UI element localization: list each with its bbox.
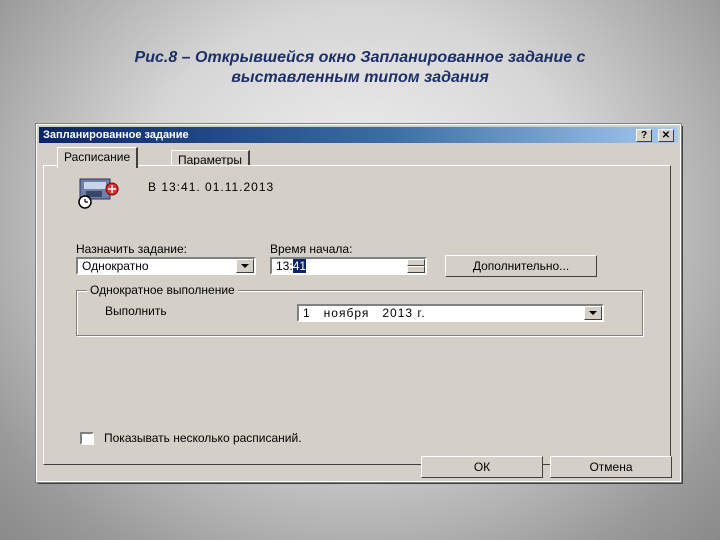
run-label: Выполнить bbox=[105, 304, 167, 318]
tab-schedule[interactable]: Расписание bbox=[57, 147, 139, 168]
scheduled-task-clock-icon bbox=[76, 175, 120, 209]
start-time-hours: 13: bbox=[276, 259, 293, 273]
show-multiple-label: Показывать несколько расписаний. bbox=[104, 431, 302, 445]
caption-line-1: Рис.8 – Открывшейся окно Запланированное… bbox=[134, 49, 586, 66]
time-spinner[interactable] bbox=[407, 259, 425, 273]
start-time-field[interactable]: 13:41 bbox=[270, 257, 427, 275]
schedule-type-select[interactable]: Однократно bbox=[76, 257, 256, 275]
once-group: Однократное выполнение Выполнить 1 ноябр… bbox=[76, 283, 643, 336]
help-button[interactable]: ? bbox=[636, 129, 652, 142]
show-multiple-checkbox[interactable] bbox=[80, 432, 94, 445]
start-time-label: Время начала: bbox=[270, 242, 353, 256]
scheduled-task-dialog: Запланированное задание ? ✕ Расписание П… bbox=[35, 123, 682, 483]
start-time-minutes: 41 bbox=[292, 259, 307, 273]
slide-caption: Рис.8 – Открывшейся окно Запланированное… bbox=[0, 48, 720, 88]
run-date-select[interactable]: 1 ноября 2013 г. bbox=[297, 304, 604, 322]
spin-up-icon[interactable] bbox=[407, 259, 425, 266]
close-button[interactable]: ✕ bbox=[658, 129, 674, 142]
schedule-summary: В 13:41. 01.11.2013 bbox=[148, 180, 275, 194]
spin-down-icon[interactable] bbox=[407, 266, 425, 273]
schedule-panel: В 13:41. 01.11.2013 Назначить задание: О… bbox=[43, 165, 671, 465]
cancel-button[interactable]: Отмена bbox=[550, 456, 672, 478]
caption-line-2: выставленным типом задания bbox=[231, 69, 489, 86]
title-bar[interactable]: Запланированное задание ? ✕ bbox=[39, 127, 678, 143]
ok-button[interactable]: ОК bbox=[421, 456, 543, 478]
run-date-value: 1 ноября 2013 г. bbox=[303, 306, 426, 320]
schedule-type-value: Однократно bbox=[82, 259, 149, 273]
advanced-button[interactable]: Дополнительно... bbox=[445, 255, 597, 277]
chevron-down-icon[interactable] bbox=[236, 259, 254, 273]
window-title: Запланированное задание bbox=[43, 129, 189, 141]
schedule-label: Назначить задание: bbox=[76, 242, 187, 256]
calendar-dropdown-icon[interactable] bbox=[584, 306, 602, 320]
once-group-title: Однократное выполнение bbox=[87, 283, 238, 297]
